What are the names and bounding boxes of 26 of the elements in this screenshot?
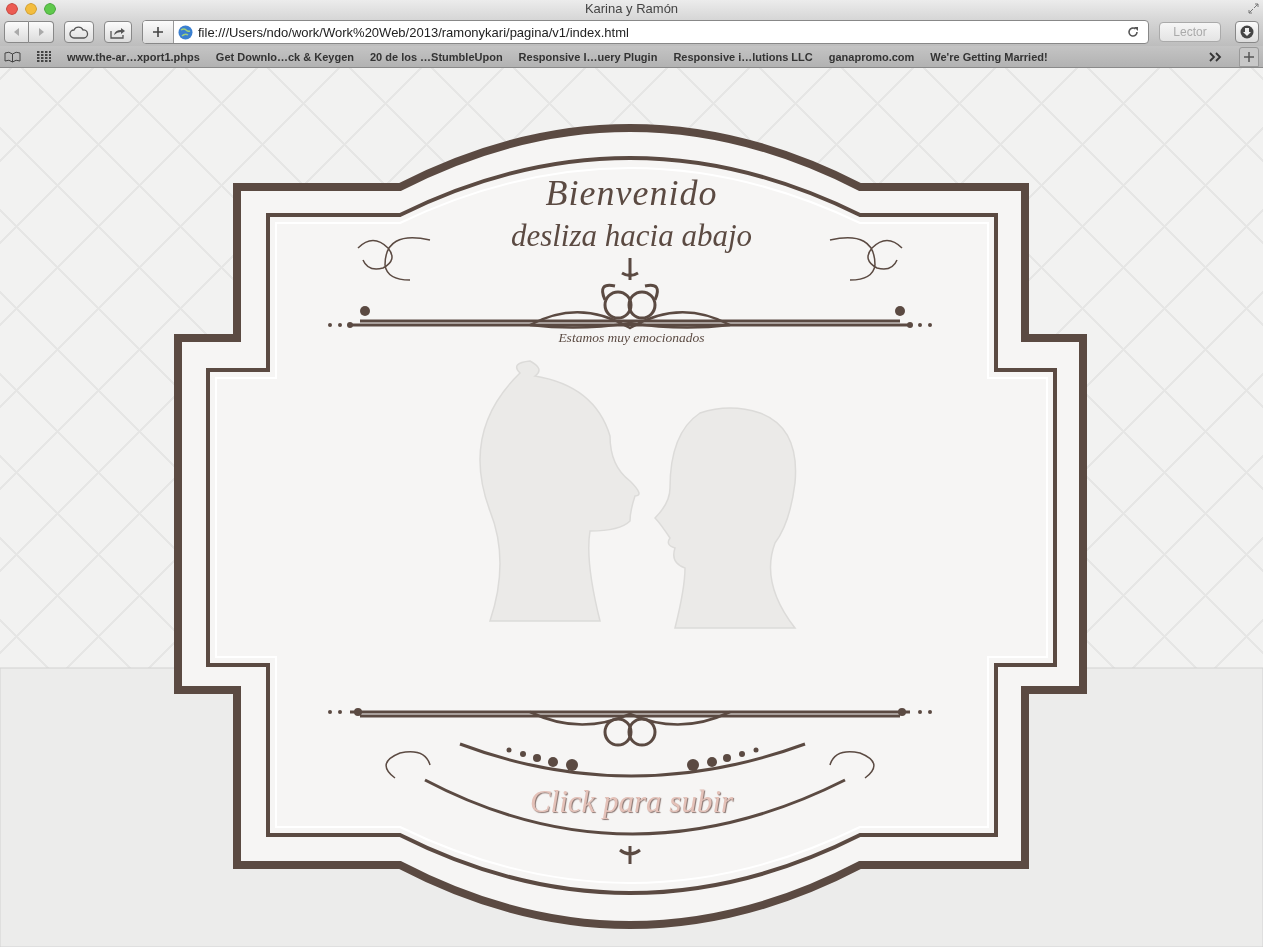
cloud-button[interactable] — [64, 21, 94, 43]
plus-icon — [1244, 51, 1254, 62]
back-arrow-icon — [13, 28, 19, 36]
bookmark-link[interactable]: www.the-ar…xport1.phps — [67, 50, 200, 63]
bookmark-link[interactable]: We're Getting Married! — [930, 50, 1048, 63]
book-icon[interactable] — [4, 50, 21, 63]
forward-arrow-icon — [39, 28, 44, 36]
forward-button[interactable] — [29, 21, 54, 43]
downloads-button[interactable] — [1235, 21, 1259, 43]
bookmark-link[interactable]: Responsive I…uery Plugin — [518, 50, 658, 63]
bookmark-link[interactable]: ganapromo.com — [828, 50, 915, 63]
cloud-icon — [69, 25, 89, 39]
welcome-heading: Bienvenido — [545, 173, 718, 213]
chevron-icon[interactable] — [1209, 51, 1223, 62]
grid-icon[interactable] — [37, 50, 51, 63]
fullscreen-icon[interactable] — [1248, 3, 1259, 14]
share-button[interactable] — [104, 21, 132, 43]
bookmark-link[interactable]: Responsive i…lutions LLC — [673, 50, 813, 63]
back-button[interactable] — [4, 21, 29, 43]
scroll-hint: desliza hacia abajo — [510, 218, 753, 253]
window-title: Karina y Ramón — [584, 1, 679, 16]
close-icon[interactable] — [6, 3, 18, 15]
share-icon — [110, 25, 126, 39]
bookmark-link[interactable]: 20 de los …StumbleUpon — [369, 50, 503, 63]
download-icon — [1240, 25, 1254, 39]
bookmark-link[interactable]: Get Downlo…ck & Keygen — [215, 50, 354, 63]
